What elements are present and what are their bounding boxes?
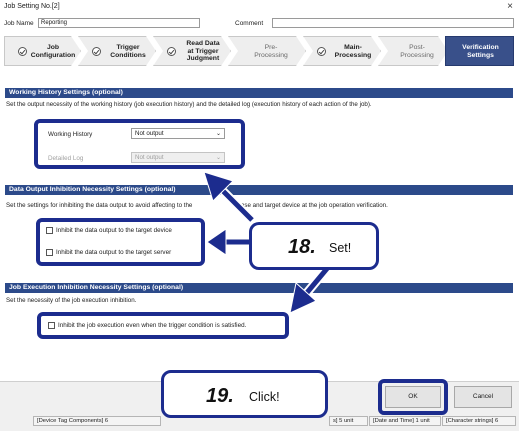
job-name-input[interactable]: Reporting [38, 18, 200, 28]
step-job-configuration[interactable]: Job Configuration [4, 36, 81, 66]
highlight-data-output [36, 218, 205, 266]
status-character-strings: [Character strings] 6 [442, 416, 516, 426]
step-read-data-at-trigger[interactable]: Read Data at Trigger Judgment [153, 36, 231, 66]
step-post-processing[interactable]: Post- Processing [378, 36, 448, 66]
data-output-desc: Set the settings for inhibiting the data… [6, 202, 388, 209]
arrow-to-data-output [206, 228, 252, 256]
arrow-to-working-history [203, 171, 256, 224]
status-date-time: [Date and Time] 1 unit [369, 416, 441, 426]
step-trigger-conditions[interactable]: Trigger Conditions [78, 36, 156, 66]
step-pre-processing[interactable]: Pre- Processing [228, 36, 306, 66]
highlight-working-history [34, 119, 245, 169]
data-output-header: Data Output Inhibition Necessity Setting… [5, 185, 513, 195]
check-circle-icon [18, 47, 27, 56]
comment-input[interactable] [272, 18, 514, 28]
step-navigation: Job Configuration Trigger Conditions Read … [4, 36, 514, 66]
title-bar: Job Setting No.[2] × [0, 0, 519, 15]
callout-step-18: 18. Set! [249, 222, 379, 270]
comment-label: Comment [235, 20, 264, 27]
check-circle-icon [167, 47, 176, 56]
check-circle-icon [317, 47, 326, 56]
job-execution-desc: Set the necessity of the job execution i… [6, 297, 137, 304]
job-name-row: Job Name Reporting Comment [0, 17, 519, 29]
window-title: Job Setting No.[2] [4, 3, 60, 10]
working-history-desc: Set the output necessity of the working … [6, 101, 372, 108]
cancel-button[interactable]: Cancel [454, 386, 512, 408]
status-device-tag-components: [Device Tag Components] 6 [33, 416, 161, 426]
callout-step-19: 19. Click! [161, 370, 328, 418]
highlight-job-execution [37, 312, 289, 339]
step-main-processing[interactable]: Main- Processing [303, 36, 381, 66]
step-verification-settings[interactable]: Verification Settings [445, 36, 514, 66]
job-execution-header: Job Execution Inhibition Necessity Setti… [5, 283, 513, 293]
highlight-ok-button [378, 379, 448, 415]
status-units: s] 5 unit [329, 416, 368, 426]
job-name-label: Job Name [4, 20, 34, 27]
check-circle-icon [92, 47, 101, 56]
working-history-header: Working History Settings (optional) [5, 88, 513, 98]
close-icon[interactable]: × [507, 1, 513, 13]
